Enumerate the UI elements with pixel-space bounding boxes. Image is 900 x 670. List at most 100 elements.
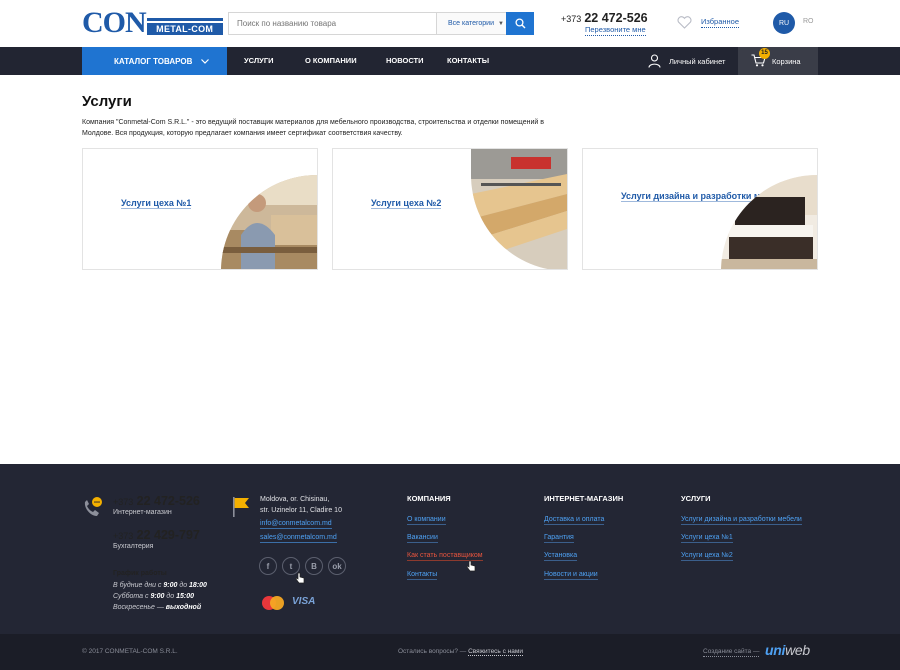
footer-link-installation[interactable]: Установка bbox=[544, 551, 578, 561]
heart-icon bbox=[677, 16, 692, 29]
intro-text: Компания "Conmetal-Com S.R.L." - это вед… bbox=[82, 119, 544, 137]
contact-us-link[interactable]: Свяжитесь с нами bbox=[468, 648, 523, 656]
visa-icon: VISA bbox=[292, 596, 316, 607]
user-icon bbox=[648, 54, 661, 68]
schedule-time: 9:00 bbox=[150, 593, 165, 600]
search-icon bbox=[514, 18, 525, 29]
workshop-2-image bbox=[471, 149, 567, 269]
lang-ro-button[interactable]: RO bbox=[803, 18, 814, 25]
footer-link-warranty[interactable]: Гарантия bbox=[544, 533, 574, 543]
cart-icon-wrap: 15 bbox=[751, 47, 770, 69]
cart-label: Корзина bbox=[772, 56, 801, 66]
chevron-down-icon: ▼ bbox=[498, 20, 504, 27]
schedule-weekdays: В будние дни с 9:00 до 18:00 bbox=[113, 582, 207, 589]
footer-link-news[interactable]: Новости и акции bbox=[544, 570, 598, 580]
footer-column-title: ИНТЕРНЕТ-МАГАЗИН bbox=[544, 494, 624, 503]
footer-column-title: КОМПАНИЯ bbox=[407, 494, 451, 503]
account-link[interactable]: Личный кабинет bbox=[648, 47, 725, 75]
email-sales-link[interactable]: sales@conmetalcom.md bbox=[260, 533, 337, 543]
search-bar: Все категории ▼ bbox=[228, 12, 534, 35]
page-title: Услуги bbox=[82, 93, 132, 110]
phone-accounting-caption: Бухгалтерия bbox=[113, 543, 154, 550]
odnoklassniki-icon[interactable]: ok bbox=[328, 557, 346, 575]
header-phone[interactable]: +373 22 472-526 bbox=[561, 11, 648, 25]
main-nav: КАТАЛОГ ТОВАРОВ УСЛУГИ О КОМПАНИИ НОВОСТ… bbox=[0, 47, 900, 75]
phone-number: 22 472-526 bbox=[584, 11, 648, 25]
made-by-link[interactable]: Создание сайта — bbox=[703, 648, 760, 657]
schedule-day-off: выходной bbox=[165, 604, 202, 611]
schedule-text: Суббота с bbox=[113, 593, 151, 600]
phone-chat-icon bbox=[82, 496, 104, 523]
nav-item-news[interactable]: НОВОСТИ bbox=[386, 47, 424, 75]
nav-item-services[interactable]: УСЛУГИ bbox=[244, 47, 273, 75]
schedule-text: В будние дни с bbox=[113, 582, 164, 589]
copyright: © 2017 CONMETAL-COM S.R.L. bbox=[82, 648, 178, 655]
callback-link[interactable]: Перезвоните мне bbox=[585, 25, 646, 36]
category-select[interactable]: Все категории ▼ bbox=[436, 13, 506, 34]
service-card-furniture-design[interactable]: Услуги дизайна и разработки мебели bbox=[582, 148, 818, 270]
footer-link-workshop-1[interactable]: Услуги цеха №1 bbox=[681, 533, 733, 543]
service-card-label-text: Услуги цеха №1 bbox=[121, 198, 192, 209]
phone-number: 22 472-526 bbox=[136, 494, 200, 508]
footer-phone-accounting[interactable]: +373 22 429-797 bbox=[113, 528, 200, 542]
service-card-workshop-2[interactable]: Услуги цеха №2 bbox=[332, 148, 568, 270]
catalog-button[interactable]: КАТАЛОГ ТОВАРОВ bbox=[82, 47, 227, 75]
header: CON METAL-COM Все категории ▼ +373 22 47… bbox=[0, 0, 900, 47]
service-card-label: Услуги цеха №2 bbox=[371, 196, 442, 210]
schedule-sunday: Воскресенье — выходной bbox=[113, 604, 201, 611]
uniweb-logo-web: web bbox=[785, 642, 810, 658]
questions-label: Остались вопросы? — bbox=[398, 648, 467, 655]
logo-right: METAL-COM bbox=[146, 12, 223, 35]
phone-code: +373 bbox=[561, 14, 582, 24]
service-card-workshop-1[interactable]: Услуги цеха №1 bbox=[82, 148, 318, 270]
hand-cursor-icon bbox=[295, 571, 305, 589]
schedule-time: 18:00 bbox=[189, 582, 207, 589]
footer-address: Moldova, or. Chisinau, str. Uzinelor 11,… bbox=[260, 494, 342, 516]
search-button[interactable] bbox=[506, 12, 534, 35]
map-flag-icon bbox=[231, 496, 251, 523]
favorites-label: Избранное bbox=[701, 17, 740, 28]
footer-link-contacts[interactable]: Контакты bbox=[407, 570, 438, 580]
schedule-text: до bbox=[177, 582, 190, 589]
footer-link-design-services[interactable]: Услуги дизайна и разработки мебели bbox=[681, 515, 802, 525]
questions-text: Остались вопросы? — Свяжитесь с нами bbox=[398, 648, 523, 656]
footer-link-workshop-2[interactable]: Услуги цеха №2 bbox=[681, 551, 733, 561]
nav-item-contacts[interactable]: КОНТАКТЫ bbox=[447, 47, 489, 75]
service-card-label: Услуги цеха №1 bbox=[121, 196, 192, 210]
hand-cursor-icon bbox=[466, 559, 476, 577]
footer-link-delivery[interactable]: Доставка и оплата bbox=[544, 515, 605, 525]
phone-number: 22 429-797 bbox=[136, 528, 200, 542]
cart-button[interactable]: 15 Корзина bbox=[738, 47, 818, 75]
search-input[interactable] bbox=[229, 13, 436, 34]
uniweb-logo[interactable]: uniweb bbox=[765, 642, 810, 658]
email-info-link[interactable]: info@conmetalcom.md bbox=[260, 519, 332, 529]
footer-link-vacancies[interactable]: Вакансии bbox=[407, 533, 438, 543]
schedule-saturday: Суббота с 9:00 до 15:00 bbox=[113, 593, 194, 600]
vkontakte-icon[interactable]: B bbox=[305, 557, 323, 575]
logo-metal-text: METAL-COM bbox=[146, 22, 223, 35]
category-select-label: Все категории bbox=[448, 20, 494, 27]
nav-item-about[interactable]: О КОМПАНИИ bbox=[305, 47, 357, 75]
address-line: str. Uzinelor 11, Cladire 10 bbox=[260, 507, 342, 514]
facebook-icon[interactable]: f bbox=[259, 557, 277, 575]
workshop-1-image bbox=[221, 175, 317, 269]
phone-shop-caption: Интернет-магазин bbox=[113, 509, 172, 516]
phone-code: +373 bbox=[113, 497, 134, 507]
service-card-label-text: Услуги цеха №2 bbox=[371, 198, 442, 209]
mastercard-icon bbox=[259, 595, 287, 616]
logo-line bbox=[146, 17, 223, 21]
schedule-time: 15:00 bbox=[176, 593, 195, 600]
account-label: Личный кабинет bbox=[669, 56, 726, 66]
favorites-link[interactable]: Избранное bbox=[677, 16, 740, 29]
footer-column-title: УСЛУГИ bbox=[681, 494, 711, 503]
catalog-label: КАТАЛОГ ТОВАРОВ bbox=[114, 56, 193, 66]
phone-code: +373 bbox=[113, 531, 134, 541]
lang-ru-button[interactable]: RU bbox=[773, 12, 795, 34]
logo-con-text: CON bbox=[82, 6, 147, 39]
footer-link-about[interactable]: О компании bbox=[407, 515, 446, 525]
schedule-text: до bbox=[164, 593, 177, 600]
logo[interactable]: CON METAL-COM bbox=[82, 6, 223, 39]
footer-phone-shop[interactable]: +373 22 472-526 bbox=[113, 494, 200, 508]
schedule-time: 9:00 bbox=[163, 582, 178, 589]
cart-count-badge: 15 bbox=[759, 47, 770, 59]
